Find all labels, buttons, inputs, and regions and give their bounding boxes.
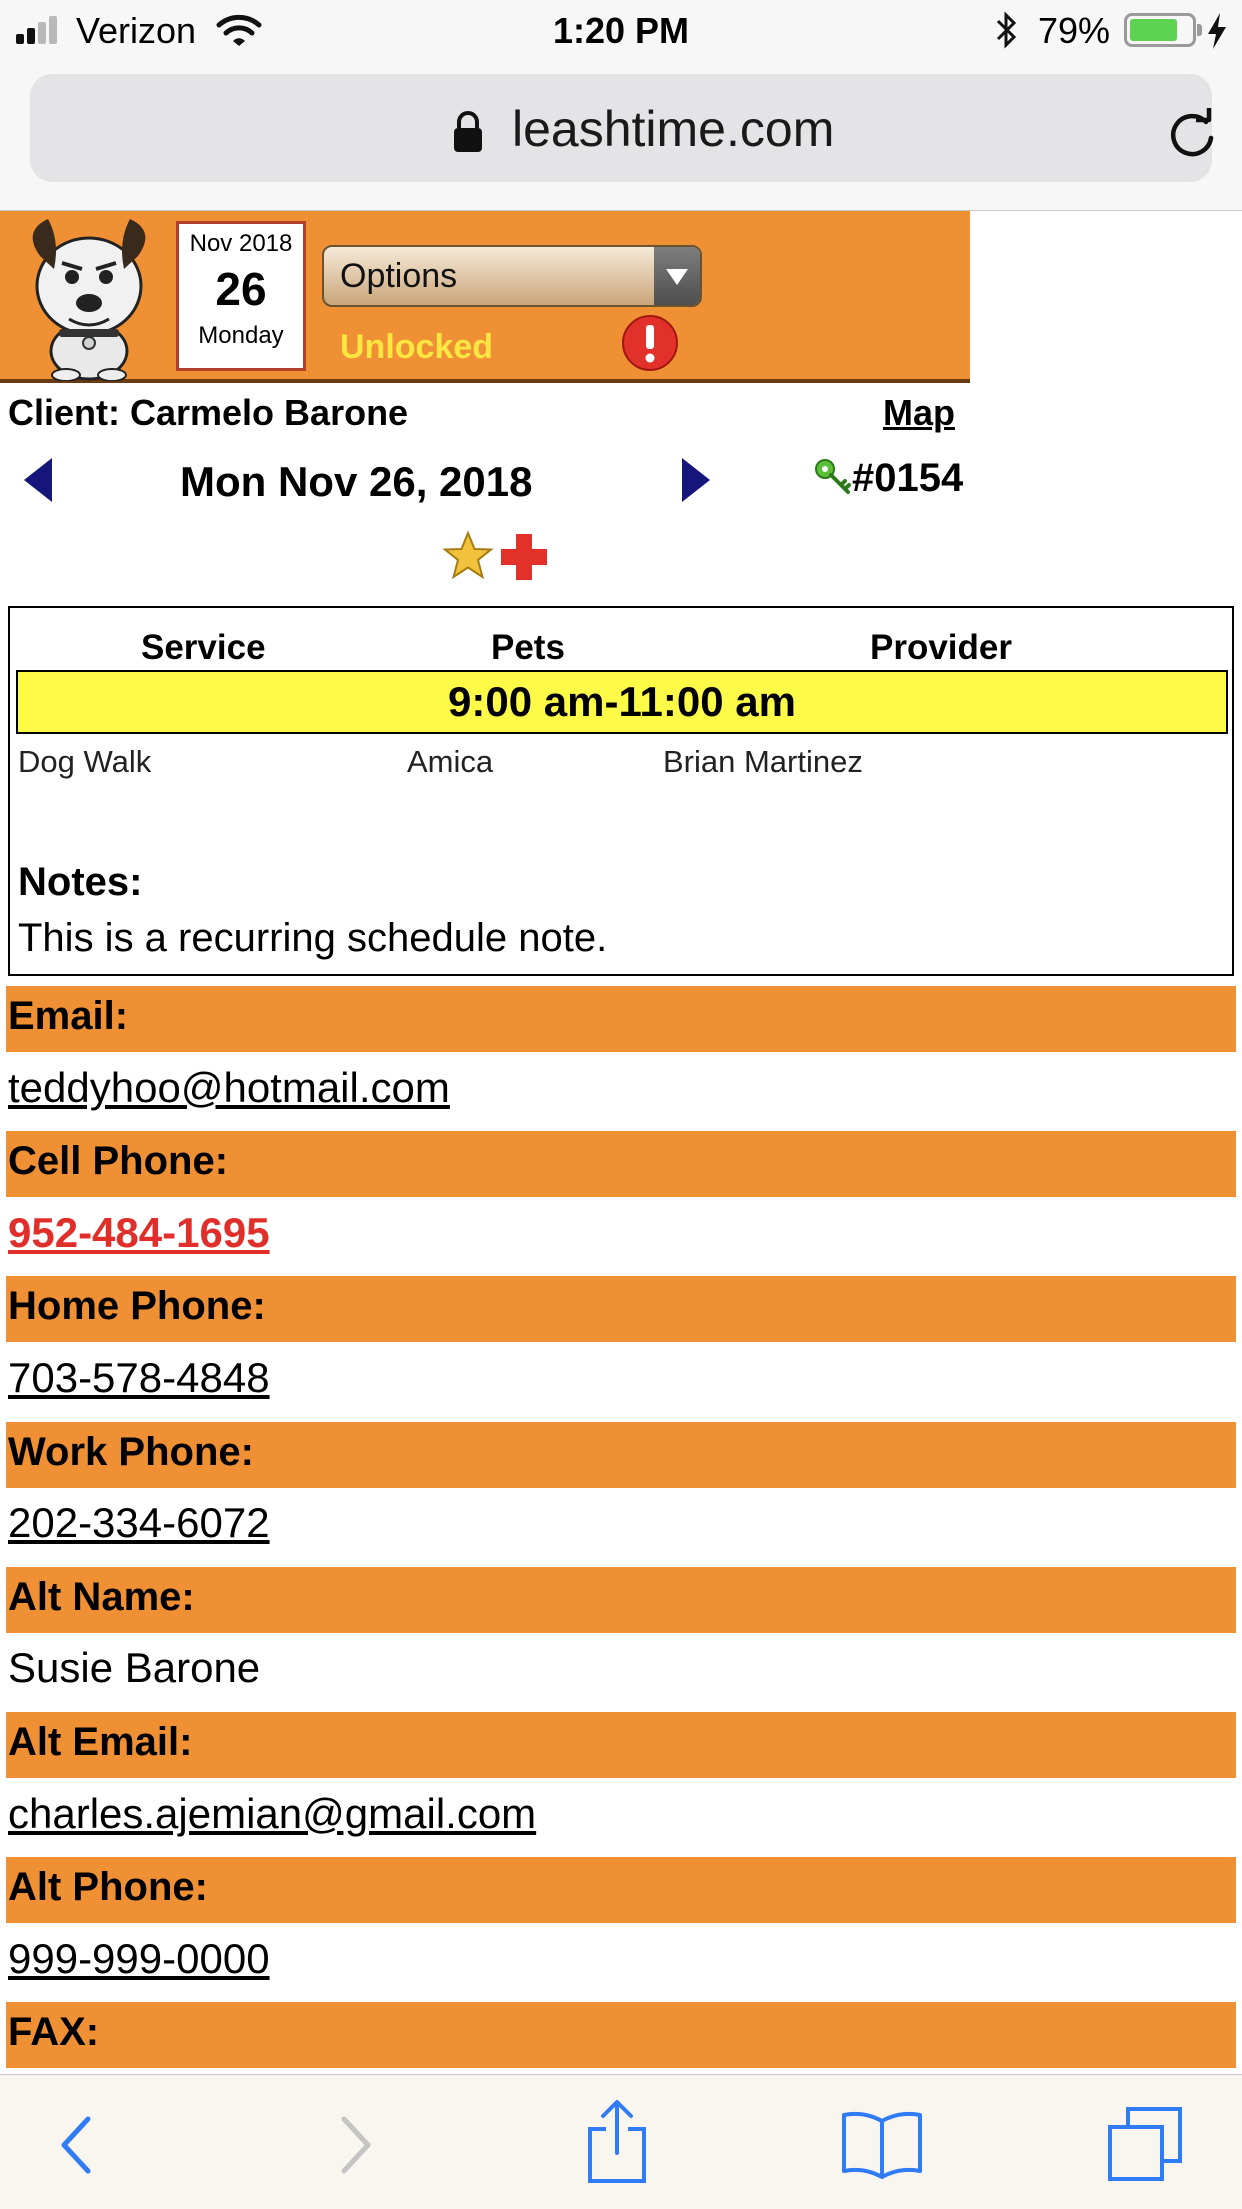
visit-service[interactable]: Dog Walk xyxy=(18,744,151,780)
browser-toolbar xyxy=(0,2074,1242,2209)
map-link[interactable]: Map xyxy=(883,392,955,434)
calendar-day: 26 xyxy=(215,263,267,315)
email-link[interactable]: teddyhoo@hotmail.com xyxy=(8,1064,450,1112)
key-icon xyxy=(815,459,851,494)
bluetooth-icon xyxy=(996,11,1017,49)
star-icon xyxy=(442,530,494,580)
dog-logo-icon[interactable] xyxy=(14,211,164,381)
medical-cross-icon xyxy=(501,534,547,580)
browser-chrome: leashtime.com xyxy=(0,62,1242,211)
alt-phone-label: Alt Phone: xyxy=(6,1857,1236,1923)
tabs-icon[interactable] xyxy=(1106,2105,1184,2183)
key-number: #0154 xyxy=(852,456,964,500)
alert-icon[interactable] xyxy=(620,313,680,373)
calendar-month-year: Nov 2018 xyxy=(189,230,293,257)
status-bar: Verizon 1:20 PM 79% xyxy=(0,0,1242,62)
home-phone-label: Home Phone: xyxy=(6,1276,1236,1342)
forward-icon[interactable] xyxy=(336,2115,374,2175)
visit-table: Service Pets Provider 9:00 am-11:00 am D… xyxy=(8,606,1234,976)
alt-email-link[interactable]: charles.ajemian@gmail.com xyxy=(8,1790,536,1838)
work-phone-label: Work Phone: xyxy=(6,1422,1236,1488)
back-icon[interactable] xyxy=(58,2115,96,2175)
cell-phone-link[interactable]: 952-484-1695 xyxy=(8,1209,270,1257)
visit-pets: Amica xyxy=(407,744,494,779)
calendar-weekday: Monday xyxy=(198,322,284,349)
notes-label: Notes: xyxy=(18,860,143,904)
previous-day-arrow-icon[interactable] xyxy=(22,456,54,504)
bookmarks-icon[interactable] xyxy=(840,2109,924,2179)
battery-percent: 79% xyxy=(1038,10,1111,51)
cell-phone-label: Cell Phone: xyxy=(6,1131,1236,1197)
work-phone-link[interactable]: 202-334-6072 xyxy=(8,1499,270,1547)
fax-label: FAX: xyxy=(6,2002,1236,2068)
options-dropdown-label: Options xyxy=(340,257,458,295)
column-header-service: Service xyxy=(141,628,266,667)
lock-icon xyxy=(454,111,482,152)
home-phone-link[interactable]: 703-578-4848 xyxy=(8,1354,270,1402)
alt-name-value: Susie Barone xyxy=(8,1644,261,1691)
charging-bolt-icon xyxy=(1208,13,1226,49)
address-bar[interactable]: leashtime.com xyxy=(30,74,1214,182)
visit-time-window[interactable]: 9:00 am-11:00 am xyxy=(16,670,1228,734)
chevron-down-icon xyxy=(654,247,700,305)
reload-icon[interactable] xyxy=(1166,108,1218,160)
next-day-arrow-icon[interactable] xyxy=(680,456,712,504)
battery-icon xyxy=(1124,13,1202,47)
share-icon[interactable] xyxy=(586,2099,648,2185)
column-header-provider: Provider xyxy=(870,628,1012,667)
alt-phone-link[interactable]: 999-999-0000 xyxy=(8,1935,270,1983)
visit-date: Mon Nov 26, 2018 xyxy=(180,458,533,505)
options-dropdown[interactable]: Options xyxy=(322,245,702,307)
url-text: leashtime.com xyxy=(512,101,835,157)
date-calendar-tile[interactable]: Nov 2018 26 Monday xyxy=(176,221,306,371)
lock-status-text: Unlocked xyxy=(340,328,494,366)
visit-provider: Brian Martinez xyxy=(663,744,863,779)
alt-name-label: Alt Name: xyxy=(6,1567,1236,1633)
email-label: Email: xyxy=(6,986,1236,1052)
notes-text: This is a recurring schedule note. xyxy=(18,916,608,960)
column-header-pets: Pets xyxy=(491,628,565,667)
client-name: Client: Carmelo Barone xyxy=(8,392,409,433)
app-header: Nov 2018 26 Monday Options Unlocked xyxy=(0,211,970,383)
alt-email-label: Alt Email: xyxy=(6,1712,1236,1778)
